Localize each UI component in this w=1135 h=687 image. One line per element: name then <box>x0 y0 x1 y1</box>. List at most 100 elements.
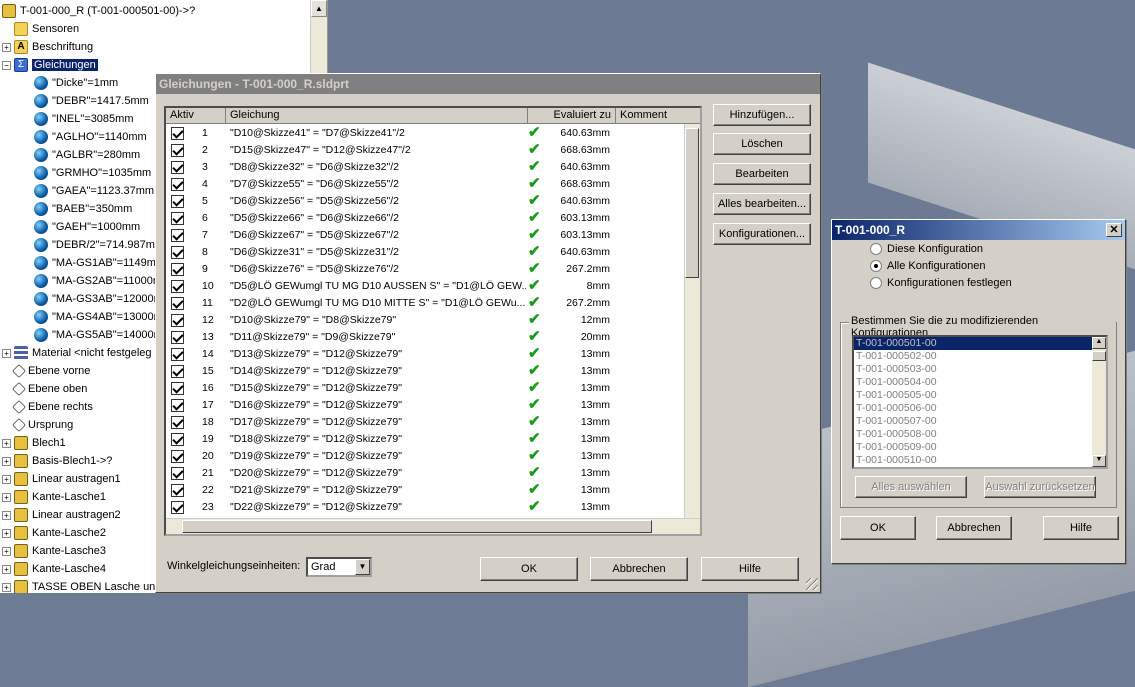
equation-text[interactable]: "D6@Skizze67" = "D5@Skizze67"/2 <box>230 227 526 244</box>
table-row[interactable]: 14 "D13@Skizze79" = "D12@Skizze79" ✔ 13mm <box>166 346 700 363</box>
table-row[interactable]: 10 "D5@LÖ GEWumgl TU MG D10 AUSSEN S" = "… <box>166 278 700 295</box>
expand-icon[interactable]: + <box>2 565 11 574</box>
config-cancel-button[interactable]: Abbrechen <box>936 516 1012 540</box>
config-list[interactable]: T-001-000501-00 T-001-000502-00 T-001-0005… <box>852 335 1108 469</box>
col-aktiv[interactable]: Aktiv <box>166 108 226 124</box>
tree-item[interactable]: "AGLBR"=280mm <box>34 146 140 164</box>
equation-text[interactable]: "D5@Skizze66" = "D6@Skizze66"/2 <box>230 210 526 227</box>
active-checkbox[interactable] <box>171 399 184 412</box>
active-checkbox[interactable] <box>171 331 184 344</box>
list-item[interactable]: T-001-000510-00 <box>854 454 1106 467</box>
tree-item[interactable]: Ebene oben <box>11 380 87 398</box>
expand-icon[interactable]: + <box>2 475 11 484</box>
list-item[interactable]: T-001-000503-00 <box>854 363 1106 376</box>
tree-item[interactable]: Sensoren <box>14 20 79 38</box>
config-list-thumb[interactable] <box>1092 351 1106 361</box>
table-row[interactable]: 4 "D7@Skizze55" = "D6@Skizze55"/2 ✔ 668.63m… <box>166 176 700 193</box>
equation-text[interactable]: "D6@Skizze76" = "D5@Skizze76"/2 <box>230 261 526 278</box>
equation-text[interactable]: "D14@Skizze79" = "D12@Skizze79" <box>230 363 526 380</box>
equation-text[interactable]: "D20@Skizze79" = "D12@Skizze79" <box>230 465 526 482</box>
table-row[interactable]: 22 "D21@Skizze79" = "D12@Skizze79" ✔ 13mm <box>166 482 700 499</box>
active-checkbox[interactable] <box>171 144 184 157</box>
list-item[interactable]: T-001-000509-00 <box>854 441 1106 454</box>
list-item[interactable]: T-001-000508-00 <box>854 428 1106 441</box>
list-item[interactable]: T-001-000504-00 <box>854 376 1106 389</box>
close-icon[interactable]: ✕ <box>1106 223 1122 237</box>
active-checkbox[interactable] <box>171 348 184 361</box>
expand-icon[interactable]: + <box>2 439 11 448</box>
table-row[interactable]: 3 "D8@Skizze32" = "D6@Skizze32"/2 ✔ 640.63m… <box>166 159 700 176</box>
col-evaluiert[interactable]: Evaluiert zu <box>528 108 616 124</box>
equation-text[interactable]: "D7@Skizze55" = "D6@Skizze55"/2 <box>230 176 526 193</box>
dropdown-arrow-icon[interactable]: ▼ <box>355 559 370 575</box>
active-checkbox[interactable] <box>171 297 184 310</box>
equation-text[interactable]: "D2@LÖ GEWumgl TU MG D10 MITTE S" = "D1@… <box>230 295 526 312</box>
config-ok-button[interactable]: OK <box>840 516 916 540</box>
tree-item[interactable]: Kante-Lasche1 <box>14 488 106 506</box>
tree-item[interactable]: Ebene rechts <box>11 398 93 416</box>
list-item[interactable]: T-001-000501-00 <box>854 337 1106 350</box>
active-checkbox[interactable] <box>171 161 184 174</box>
tree-item[interactable]: Kante-Lasche3 <box>14 542 106 560</box>
tree-item[interactable]: "MA-GS5AB"=14000r <box>34 326 157 344</box>
list-item[interactable]: T-001-000505-00 <box>854 389 1106 402</box>
table-row[interactable]: 5 "D6@Skizze56" = "D5@Skizze56"/2 ✔ 640.63m… <box>166 193 700 210</box>
config-radio[interactable]: Diese Konfiguration <box>870 241 983 257</box>
tree-item[interactable]: Linear austragen1 <box>14 470 121 488</box>
table-row[interactable]: 6 "D5@Skizze66" = "D6@Skizze66"/2 ✔ 603.13m… <box>166 210 700 227</box>
angle-units-select[interactable]: Grad ▼ <box>306 557 372 577</box>
equation-text[interactable]: "D19@Skizze79" = "D12@Skizze79" <box>230 448 526 465</box>
tree-item[interactable]: Σ Gleichungen <box>14 56 98 74</box>
col-gleichung[interactable]: Gleichung <box>226 108 528 124</box>
config-radio[interactable]: Konfigurationen festlegen <box>870 275 1012 291</box>
equation-text[interactable]: "D15@Skizze47" = "D12@Skizze47"/2 <box>230 142 526 159</box>
equation-text[interactable]: "D8@Skizze32" = "D6@Skizze32"/2 <box>230 159 526 176</box>
table-row[interactable]: 13 "D11@Skizze79" = "D9@Skizze79" ✔ 20mm <box>166 329 700 346</box>
table-row[interactable]: 11 "D2@LÖ GEWumgl TU MG D10 MITTE S" = "D… <box>166 295 700 312</box>
active-checkbox[interactable] <box>171 195 184 208</box>
tree-item[interactable]: "MA-GS2AB"=11000r <box>34 272 157 290</box>
table-row[interactable]: 15 "D14@Skizze79" = "D12@Skizze79" ✔ 13mm <box>166 363 700 380</box>
active-checkbox[interactable] <box>171 450 184 463</box>
active-checkbox[interactable] <box>171 212 184 225</box>
edit-button[interactable]: Bearbeiten <box>713 163 811 185</box>
table-hscroll-thumb[interactable] <box>182 520 652 533</box>
tree-item[interactable]: Kante-Lasche4 <box>14 560 106 578</box>
radio-icon[interactable] <box>870 260 882 273</box>
table-row[interactable]: 9 "D6@Skizze76" = "D5@Skizze76"/2 ✔ 267.2mm <box>166 261 700 278</box>
tree-root[interactable]: T-001-000_R (T-001-000501-00)->? <box>2 2 195 20</box>
equation-text[interactable]: "D15@Skizze79" = "D12@Skizze79" <box>230 380 526 397</box>
tree-item[interactable]: "MA-GS4AB"=13000r <box>34 308 157 326</box>
scroll-up-icon[interactable]: ▲ <box>311 0 327 17</box>
tree-item[interactable]: A Beschriftung <box>14 38 93 56</box>
expand-icon[interactable]: + <box>2 349 11 358</box>
collapse-icon[interactable]: − <box>2 61 11 70</box>
scroll-up-icon[interactable]: ▲ <box>1092 337 1106 349</box>
expand-icon[interactable]: + <box>2 547 11 556</box>
active-checkbox[interactable] <box>171 365 184 378</box>
tree-item[interactable]: "BAEB"=350mm <box>34 200 132 218</box>
table-row[interactable]: 17 "D16@Skizze79" = "D12@Skizze79" ✔ 13mm <box>166 397 700 414</box>
equation-text[interactable]: "D6@Skizze56" = "D5@Skizze56"/2 <box>230 193 526 210</box>
col-kommentar[interactable]: Komment <box>616 108 700 124</box>
table-row[interactable]: 12 "D10@Skizze79" = "D8@Skizze79" ✔ 12mm <box>166 312 700 329</box>
active-checkbox[interactable] <box>171 382 184 395</box>
tree-item[interactable]: Kante-Lasche2 <box>14 524 106 542</box>
active-checkbox[interactable] <box>171 178 184 191</box>
equation-text[interactable]: "D5@LÖ GEWumgl TU MG D10 AUSSEN S" = "D1… <box>230 278 526 295</box>
tree-item[interactable]: "DEBR/2"=714.987m <box>34 236 155 254</box>
expand-icon[interactable]: + <box>2 43 11 52</box>
active-checkbox[interactable] <box>171 229 184 242</box>
equations-table[interactable]: Aktiv Gleichung Evaluiert zu Komment 1 "D… <box>164 106 702 536</box>
tree-item[interactable]: "DEBR"=1417.5mm <box>34 92 149 110</box>
tree-item[interactable]: Material <nicht festgeleg <box>14 344 152 362</box>
cancel-button[interactable]: Abbrechen <box>590 557 688 581</box>
table-row[interactable]: 2 "D15@Skizze47" = "D12@Skizze47"/2 ✔ 668.6… <box>166 142 700 159</box>
table-row[interactable]: 21 "D20@Skizze79" = "D12@Skizze79" ✔ 13mm <box>166 465 700 482</box>
expand-icon[interactable]: + <box>2 493 11 502</box>
equation-text[interactable]: "D16@Skizze79" = "D12@Skizze79" <box>230 397 526 414</box>
equation-text[interactable]: "D10@Skizze41" = "D7@Skizze41"/2 <box>230 125 526 142</box>
help-button[interactable]: Hilfe <box>701 557 799 581</box>
equation-text[interactable]: "D18@Skizze79" = "D12@Skizze79" <box>230 431 526 448</box>
expand-icon[interactable]: + <box>2 583 11 592</box>
